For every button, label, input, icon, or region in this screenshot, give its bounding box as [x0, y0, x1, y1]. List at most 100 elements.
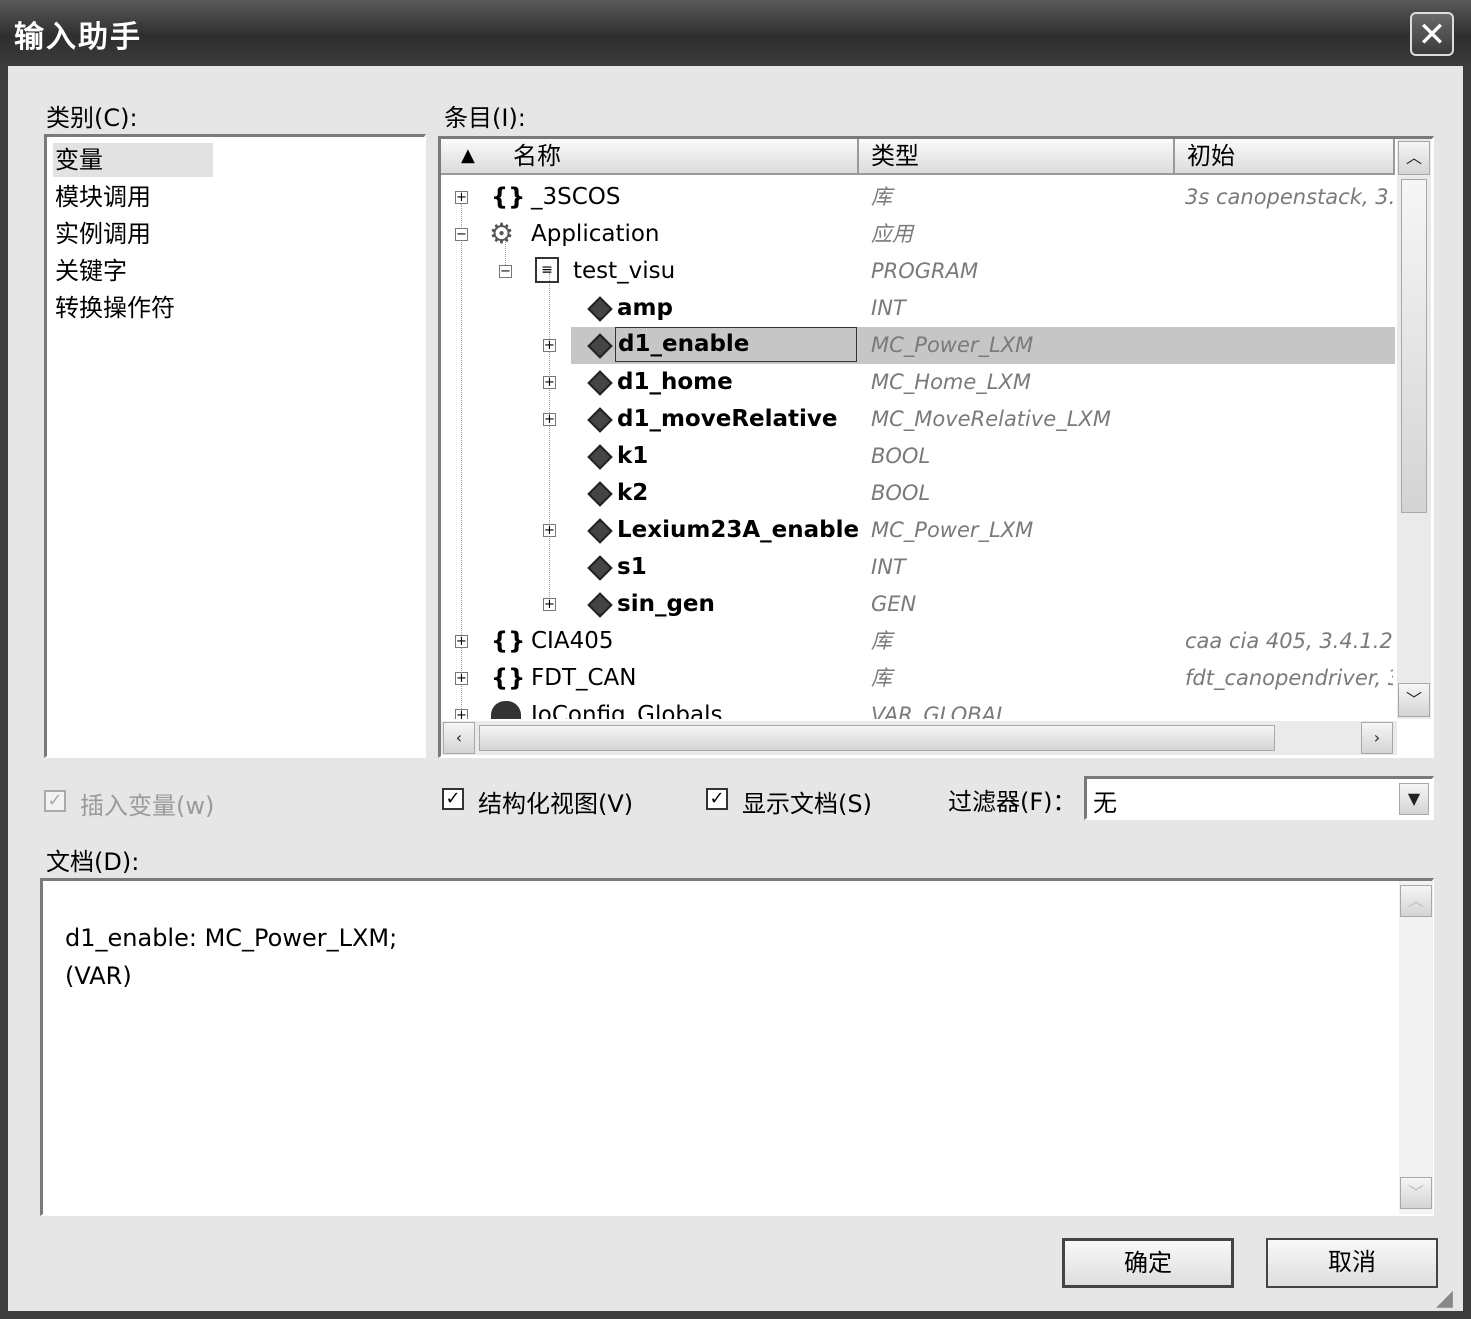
- scroll-up-button[interactable]: ︿: [1398, 141, 1430, 175]
- row-name: Application: [531, 221, 660, 247]
- variable-icon: [587, 555, 613, 581]
- show-doc-label[interactable]: 显示文档(S): [742, 784, 872, 819]
- expand-icon[interactable]: +: [455, 635, 468, 648]
- scroll-left-button[interactable]: ‹: [443, 722, 475, 754]
- expand-icon[interactable]: +: [543, 376, 556, 389]
- row-name: FDT_CAN: [531, 665, 637, 691]
- row-name: _3SCOS: [531, 184, 621, 210]
- column-header-type[interactable]: 类型: [859, 139, 1175, 175]
- vertical-scrollbar[interactable]: ︿ ﹀: [1397, 139, 1431, 719]
- column-init-label: 初始: [1187, 142, 1235, 170]
- title-bar: 输入助手 ✕: [0, 0, 1471, 66]
- scroll-right-button[interactable]: ›: [1361, 722, 1393, 754]
- tree-row[interactable]: + d1_home MC_Home_LXM: [441, 364, 1395, 401]
- variable-icon: [587, 407, 613, 433]
- expand-icon[interactable]: +: [455, 672, 468, 685]
- row-name: amp: [617, 295, 673, 321]
- row-name: CIA405: [531, 628, 614, 654]
- variable-icon: [587, 592, 613, 618]
- documentation-label: 文档(D):: [46, 848, 140, 876]
- close-button[interactable]: ✕: [1410, 12, 1454, 56]
- tree-row[interactable]: + {} FDT_CAN 库 fdt_canopendriver, 3: [441, 660, 1395, 697]
- collapse-icon[interactable]: −: [499, 265, 512, 278]
- row-name: k2: [617, 480, 649, 506]
- cancel-button[interactable]: 取消: [1266, 1238, 1438, 1288]
- horizontal-scroll-thumb[interactable]: [479, 725, 1275, 751]
- row-type: MC_Power_LXM: [871, 518, 1034, 542]
- variable-icon: [587, 444, 613, 470]
- doc-vertical-scrollbar[interactable]: ︿ ﹀: [1399, 881, 1433, 1214]
- show-doc-checkbox[interactable]: ✓: [706, 788, 728, 810]
- expand-icon[interactable]: +: [543, 598, 556, 611]
- row-type: GEN: [871, 592, 917, 616]
- row-name: Lexium23A_enable: [617, 517, 860, 543]
- scroll-down-button[interactable]: ﹀: [1398, 683, 1430, 717]
- row-init: fdt_canopendriver, 3: [1185, 666, 1393, 690]
- category-item-variable[interactable]: 变量: [53, 143, 213, 177]
- chevron-down-icon: ▼: [1407, 789, 1421, 808]
- resize-grip-icon[interactable]: ◢: [1436, 1286, 1453, 1311]
- documentation-line-2: (VAR): [65, 962, 132, 990]
- documentation-line-1: d1_enable: MC_Power_LXM;: [65, 924, 398, 952]
- vertical-scroll-thumb[interactable]: [1401, 179, 1427, 513]
- category-list[interactable]: 变量 模块调用 实例调用 关键字 转换操作符: [44, 134, 426, 758]
- application-gear-icon: ⚙: [489, 217, 515, 250]
- expand-icon[interactable]: +: [455, 709, 468, 719]
- library-braces-icon: {}: [491, 664, 526, 692]
- documentation-area[interactable]: d1_enable: MC_Power_LXM; (VAR) ︿ ﹀: [40, 878, 1434, 1216]
- items-tree[interactable]: ▲ 名称 类型 初始 + {} _3SCOS 库 3s canopenstack…: [438, 136, 1434, 758]
- row-name: d1_moveRelative: [617, 406, 838, 432]
- tree-row[interactable]: + {} _3SCOS 库 3s canopenstack, 3.4: [441, 179, 1395, 216]
- structured-view-label[interactable]: 结构化视图(V): [478, 784, 633, 819]
- expand-icon[interactable]: +: [455, 191, 468, 204]
- library-braces-icon: {}: [491, 627, 526, 655]
- column-header-name[interactable]: ▲ 名称: [441, 139, 859, 175]
- tree-row[interactable]: k2 BOOL: [441, 475, 1395, 512]
- doc-scroll-up-button[interactable]: ︿: [1400, 885, 1432, 917]
- tree-row[interactable]: − ⚙ Application 应用: [441, 216, 1395, 253]
- tree-row[interactable]: amp INT: [441, 290, 1395, 327]
- chevron-right-icon: ›: [1373, 728, 1381, 747]
- category-item-module-call[interactable]: 模块调用: [55, 180, 151, 214]
- variable-icon: [587, 333, 613, 359]
- filter-value: 无: [1093, 789, 1117, 817]
- collapse-icon[interactable]: −: [455, 228, 468, 241]
- category-item-keyword[interactable]: 关键字: [55, 254, 127, 288]
- doc-scroll-down-button[interactable]: ﹀: [1400, 1177, 1432, 1209]
- tree-row-selected[interactable]: d1_enable MC_Power_LXM: [571, 327, 1395, 364]
- horizontal-scrollbar[interactable]: ‹ ›: [441, 721, 1397, 755]
- chevron-down-icon: ﹀: [1407, 1183, 1424, 1202]
- tree-row[interactable]: k1 BOOL: [441, 438, 1395, 475]
- tree-row[interactable]: + IoConfig_Globals VAR_GLOBAL: [441, 697, 1395, 719]
- structured-view-checkbox[interactable]: ✓: [442, 788, 464, 810]
- row-name: s1: [617, 554, 647, 580]
- items-label: 条目(I):: [444, 104, 526, 132]
- row-name: test_visu: [573, 258, 676, 284]
- filter-label: 过滤器(F)：: [948, 788, 1077, 816]
- column-header-init[interactable]: 初始: [1175, 139, 1395, 175]
- expand-icon[interactable]: +: [543, 339, 556, 352]
- chevron-down-icon: ﹀: [1405, 690, 1422, 709]
- chevron-left-icon: ‹: [455, 728, 463, 747]
- dropdown-button[interactable]: ▼: [1399, 783, 1429, 815]
- close-icon: ✕: [1417, 15, 1447, 55]
- tree-row[interactable]: s1 INT: [441, 549, 1395, 586]
- variable-icon: [587, 518, 613, 544]
- tree-row[interactable]: − ≡ test_visu PROGRAM: [441, 253, 1395, 290]
- expand-icon[interactable]: +: [543, 524, 556, 537]
- filter-dropdown[interactable]: 无 ▼: [1084, 776, 1434, 820]
- ok-button[interactable]: 确定: [1062, 1238, 1234, 1288]
- row-type: INT: [871, 296, 906, 320]
- tree-row[interactable]: + Lexium23A_enable MC_Power_LXM: [441, 512, 1395, 549]
- row-type: 库: [871, 185, 892, 209]
- tree-row[interactable]: + {} CIA405 库 caa cia 405, 3.4.1.2: [441, 623, 1395, 660]
- documentation-text: d1_enable: MC_Power_LXM; (VAR): [65, 919, 397, 995]
- category-label: 类别(C):: [46, 104, 138, 132]
- tree-row[interactable]: + d1_moveRelative MC_MoveRelative_LXM: [441, 401, 1395, 438]
- tree-row[interactable]: + sin_gen GEN: [441, 586, 1395, 623]
- category-item-instance-call[interactable]: 实例调用: [55, 217, 151, 251]
- category-item-conversion-operator[interactable]: 转换操作符: [55, 291, 175, 325]
- library-braces-icon: {}: [491, 183, 526, 211]
- variable-icon: [587, 296, 613, 322]
- expand-icon[interactable]: +: [543, 413, 556, 426]
